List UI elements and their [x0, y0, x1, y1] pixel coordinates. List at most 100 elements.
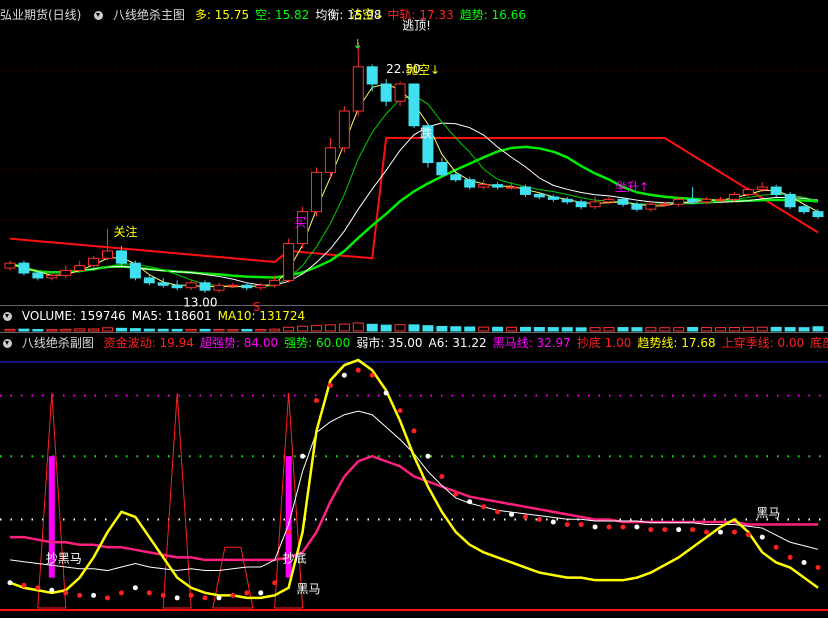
sub-annotation: 黑马 [297, 582, 321, 596]
candle-body [770, 186, 782, 195]
candle-body [129, 262, 141, 279]
candle-body [115, 250, 127, 264]
fund-flow-dot [63, 590, 69, 596]
volume-bar [171, 328, 183, 332]
volume-bar [408, 324, 420, 332]
candle-body [492, 184, 504, 188]
volume-bar [617, 327, 629, 332]
fund-flow-dot [801, 559, 807, 565]
fund-flow-dot [77, 592, 83, 598]
volume-bar [561, 327, 573, 332]
candle-body [631, 203, 643, 210]
chart-annotation: 沽空↓ [350, 7, 384, 21]
candle-body [241, 284, 253, 289]
volume-bar [701, 327, 713, 332]
fund-flow-dot [592, 524, 598, 530]
candle-body [617, 198, 629, 205]
candle-body [812, 211, 824, 218]
candle-body [199, 282, 211, 291]
fund-flow-dot [188, 592, 194, 598]
volume-bar [338, 323, 350, 332]
fund-flow-dot [787, 554, 793, 560]
fund-flow-dot [509, 511, 515, 517]
candle-body [185, 282, 197, 289]
volume-bar [88, 328, 100, 332]
fund-flow-dot [105, 595, 111, 601]
volume-bar [631, 327, 643, 332]
candle-body [589, 201, 601, 208]
candle-body [519, 186, 531, 195]
volume-bar [129, 328, 141, 332]
volume-bar [422, 325, 434, 332]
fund-flow-dot [202, 595, 208, 601]
candle-body [60, 270, 72, 276]
fund-flow-dot [536, 516, 542, 522]
volume-bar [283, 326, 295, 332]
candle-body [408, 83, 420, 127]
a6-line [9, 410, 819, 572]
sub-annotation: 抄黑马 [46, 551, 82, 565]
candle-body [701, 198, 713, 203]
fund-flow-dot [174, 595, 180, 601]
volume-bar [589, 327, 601, 332]
volume-bar [714, 327, 726, 332]
candle-body [603, 198, 615, 203]
volume-bar [436, 325, 448, 332]
fund-flow-dot [7, 580, 13, 586]
candle-body [338, 110, 350, 149]
candle-body [673, 198, 685, 205]
chart-canvas[interactable]: 沽空↓22.50逃顶!抛空↓关注买13.00 S跌坐升↑↓抄黑马 抄底黑马黑马 [0, 0, 828, 618]
candle-body [32, 272, 44, 279]
volume-bar [18, 328, 30, 332]
volume-bar [798, 327, 810, 332]
fund-flow-dot [759, 534, 765, 540]
volume-bar [102, 327, 114, 332]
fund-flow-dot [411, 428, 417, 434]
fund-flow-dot [327, 382, 333, 388]
volume-bar [46, 329, 58, 332]
candle-body [171, 284, 183, 289]
volume-bar [533, 327, 545, 332]
fund-flow-dot [690, 527, 696, 533]
candle-body [324, 147, 336, 173]
volume-bar [157, 328, 169, 332]
candle-body [728, 193, 740, 200]
fund-flow-dot [704, 529, 710, 535]
fund-flow-dot [91, 592, 97, 598]
volume-bar [324, 324, 336, 332]
volume-bar [687, 327, 699, 332]
volume-bar [547, 327, 559, 332]
candle-body [464, 179, 476, 188]
volume-bar [185, 328, 197, 332]
candle-body [533, 193, 545, 198]
candle-body [756, 186, 768, 191]
candle-body [18, 262, 30, 274]
chart-annotation: 逃顶! [402, 19, 431, 33]
candle-body [380, 83, 392, 102]
fund-flow-dot [550, 519, 556, 525]
candle-body [561, 198, 573, 203]
chart-annotation: S [253, 300, 261, 314]
candle-body [547, 196, 559, 200]
volume-bar [659, 327, 671, 332]
fund-flow-dot [397, 408, 403, 414]
volume-bar [506, 326, 518, 332]
fund-flow-dot [160, 592, 166, 598]
fund-flow-dot [244, 590, 250, 596]
chart-annotation: 跌 [420, 125, 432, 140]
candle-body [742, 189, 754, 195]
down-arrow-icon: ↓ [352, 37, 363, 52]
volume-bar [575, 327, 587, 332]
candle-body [227, 284, 239, 287]
candle-body [74, 265, 86, 272]
balance-line [9, 122, 819, 286]
candle-body [394, 83, 406, 102]
candle-body [143, 277, 155, 284]
volume-bar [366, 323, 378, 332]
sub-annotation: 抄底 [283, 550, 307, 565]
fund-flow-dot [634, 524, 640, 530]
chart-annotation: 坐升↑ [615, 180, 649, 194]
chart-annotation: 关注 [113, 224, 137, 239]
volume-bar [352, 322, 364, 332]
fund-flow-dot [495, 509, 501, 515]
